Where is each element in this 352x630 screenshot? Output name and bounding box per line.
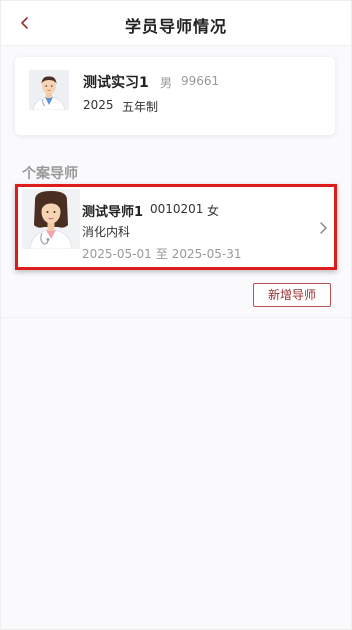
male-doctor-avatar xyxy=(29,70,69,110)
mentor-period-separator: 至 xyxy=(155,247,168,261)
mentor-card[interactable]: 测试导师1 0010201 女 消化内科 2025-05-01 至 2025-05-… xyxy=(15,184,337,270)
page-content: 测试实习1 男 99661 2025 五年制 个案导师 测试导师1 001020… xyxy=(1,46,351,629)
student-gender: 男 xyxy=(160,76,173,90)
nav-header: 学员导师情况 xyxy=(1,1,351,46)
mobile-screen: 学员导师情况 测试实习1 男 99661 2025 五年制 个案导师 测试导师1… xyxy=(0,0,352,630)
divider xyxy=(1,317,351,318)
page-title: 学员导师情况 xyxy=(124,17,227,36)
mentor-period: 2025-05-01 至 2025-05-31 xyxy=(82,245,246,262)
section-title-mentors: 个案导师 xyxy=(22,166,78,182)
student-year: 2025 xyxy=(83,98,114,112)
student-id: 99661 xyxy=(181,74,220,88)
student-program: 五年制 xyxy=(122,100,159,114)
mentor-gender: 女 xyxy=(207,204,220,218)
student-name: 测试实习1 xyxy=(83,75,149,91)
mentor-id: 0010201 xyxy=(150,202,204,216)
mentor-start-date: 2025-05-01 xyxy=(82,247,152,261)
female-doctor-avatar xyxy=(22,189,80,249)
chevron-right-icon xyxy=(320,222,327,234)
student-info-card: 测试实习1 男 99661 2025 五年制 xyxy=(15,57,335,135)
mentor-department: 消化内科 xyxy=(82,225,131,239)
mentor-end-date: 2025-05-31 xyxy=(171,247,242,261)
mentor-name: 测试导师1 xyxy=(82,205,144,220)
add-mentor-button[interactable]: 新增导师 xyxy=(253,283,331,307)
